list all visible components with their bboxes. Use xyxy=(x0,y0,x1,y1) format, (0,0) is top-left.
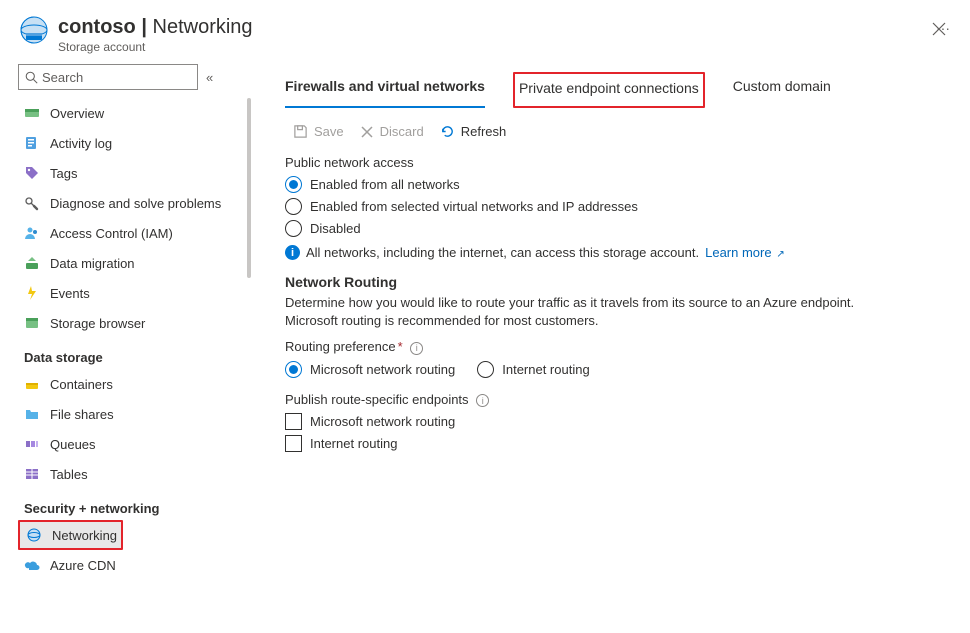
page-title: Networking xyxy=(153,16,253,38)
sidebar-item-queues[interactable]: Queues xyxy=(18,429,253,459)
resource-name: contoso xyxy=(58,16,136,38)
radio-icon xyxy=(285,361,302,378)
containers-icon xyxy=(24,376,40,392)
close-icon[interactable] xyxy=(932,22,946,41)
overview-icon xyxy=(24,105,40,121)
checkbox-icon xyxy=(285,413,302,430)
search-icon xyxy=(25,71,38,84)
radio-ms-routing[interactable]: Microsoft network routing xyxy=(285,361,455,378)
public-access-label: Public network access xyxy=(285,155,946,170)
tags-icon xyxy=(24,165,40,181)
sidebar-item-activity-log[interactable]: Activity log xyxy=(18,128,253,158)
events-icon xyxy=(24,285,40,301)
sidebar-item-file-shares[interactable]: File shares xyxy=(18,399,253,429)
publish-endpoints-label: Publish route-specific endpoints i xyxy=(285,392,946,408)
radio-icon xyxy=(285,220,302,237)
sidebar-item-events[interactable]: Events xyxy=(18,278,253,308)
diagnose-icon xyxy=(24,195,40,211)
queues-icon xyxy=(24,436,40,452)
sidebar-item-networking[interactable]: Networking xyxy=(18,520,123,550)
hint-icon[interactable]: i xyxy=(476,394,489,407)
sidebar-item-tables[interactable]: Tables xyxy=(18,459,253,489)
radio-disabled[interactable]: Disabled xyxy=(285,220,946,237)
sidebar-scrollbar[interactable] xyxy=(247,98,251,627)
networking-icon xyxy=(26,527,42,543)
checkbox-ms-routing[interactable]: Microsoft network routing xyxy=(285,413,946,430)
tab-private-endpoints[interactable]: Private endpoint connections xyxy=(513,72,705,108)
sidebar-item-tags[interactable]: Tags xyxy=(18,158,253,188)
resource-type: Storage account xyxy=(58,40,926,54)
refresh-button[interactable]: Refresh xyxy=(440,124,507,139)
save-icon xyxy=(293,124,308,139)
tables-icon xyxy=(24,466,40,482)
sidebar-item-data-migration[interactable]: Data migration xyxy=(18,248,253,278)
discard-button[interactable]: Discard xyxy=(360,124,424,139)
external-link-icon: ↗ xyxy=(774,249,785,260)
checkbox-icon xyxy=(285,435,302,452)
collapse-icon[interactable]: « xyxy=(206,70,213,85)
sidebar-group-data-storage: Data storage xyxy=(18,338,253,369)
sidebar-group-security: Security + networking xyxy=(18,489,253,520)
sidebar-item-iam[interactable]: Access Control (IAM) xyxy=(18,218,253,248)
network-routing-desc: Determine how you would like to route yo… xyxy=(285,294,905,329)
file-shares-icon xyxy=(24,406,40,422)
info-icon: i xyxy=(285,245,300,260)
info-banner: i All networks, including the internet, … xyxy=(285,245,946,260)
radio-icon xyxy=(477,361,494,378)
storage-account-icon xyxy=(20,16,48,44)
learn-more-link[interactable]: Learn more ↗ xyxy=(705,245,785,260)
network-routing-title: Network Routing xyxy=(285,274,946,290)
discard-icon xyxy=(360,125,374,139)
radio-internet-routing[interactable]: Internet routing xyxy=(477,361,589,378)
radio-all-networks[interactable]: Enabled from all networks xyxy=(285,176,946,193)
radio-icon xyxy=(285,176,302,193)
hint-icon[interactable]: i xyxy=(410,342,423,355)
sidebar-item-azure-cdn[interactable]: Azure CDN xyxy=(18,550,253,580)
tab-firewalls[interactable]: Firewalls and virtual networks xyxy=(285,72,485,108)
routing-pref-label: Routing preference* i xyxy=(285,339,946,355)
page-header: contoso | Networking Storage account xyxy=(58,16,926,54)
radio-selected-networks[interactable]: Enabled from selected virtual networks a… xyxy=(285,198,946,215)
cdn-icon xyxy=(24,557,40,573)
sidebar: Search « Overview Activity log Tags Diag… xyxy=(0,64,253,633)
sidebar-item-overview[interactable]: Overview xyxy=(18,98,253,128)
radio-icon xyxy=(285,198,302,215)
sidebar-item-storage-browser[interactable]: Storage browser xyxy=(18,308,253,338)
data-migration-icon xyxy=(24,255,40,271)
save-button[interactable]: Save xyxy=(293,124,344,139)
storage-browser-icon xyxy=(24,315,40,331)
sidebar-item-diagnose[interactable]: Diagnose and solve problems xyxy=(18,188,253,218)
main-content: Firewalls and virtual networks Private e… xyxy=(253,64,970,633)
activity-log-icon xyxy=(24,135,40,151)
checkbox-internet-routing[interactable]: Internet routing xyxy=(285,435,946,452)
tab-custom-domain[interactable]: Custom domain xyxy=(733,72,831,108)
refresh-icon xyxy=(440,124,455,139)
sidebar-item-containers[interactable]: Containers xyxy=(18,369,253,399)
toolbar: Save Discard Refresh xyxy=(293,124,946,139)
iam-icon xyxy=(24,225,40,241)
tab-strip: Firewalls and virtual networks Private e… xyxy=(285,72,946,108)
search-input[interactable]: Search xyxy=(18,64,198,90)
